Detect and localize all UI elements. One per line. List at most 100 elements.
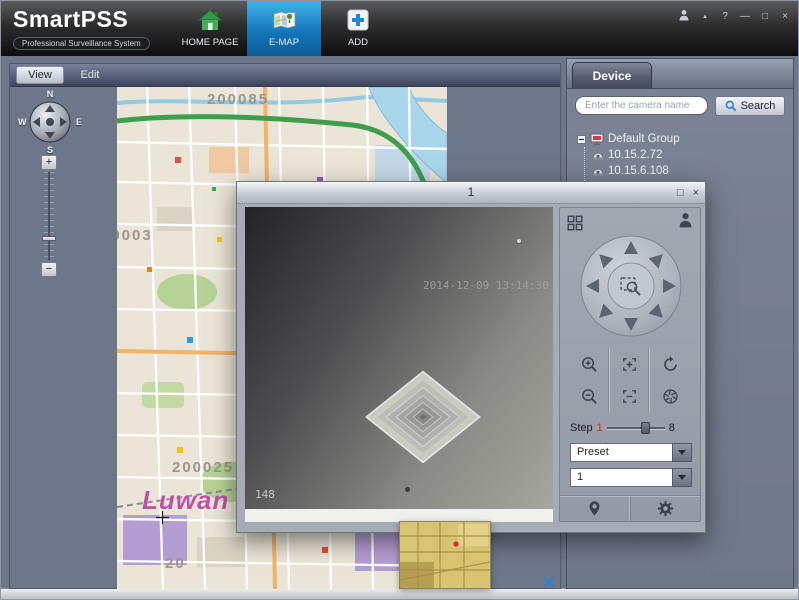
video-feed[interactable]: 2014-12-09 13:14:30 148 [245,207,553,509]
app-logo: SmartPSS Professional Surveillance Syste… [13,6,150,51]
search-button-label: Search [741,100,776,112]
close-icon[interactable]: × [780,11,790,22]
minimap-graphic [400,522,490,588]
goto-preset-button[interactable] [560,496,631,521]
map-crosshair-icon [156,511,169,524]
zoom-out-button[interactable]: − [41,262,57,277]
dome-camera-icon [592,150,604,161]
tree-group-row[interactable]: Default Group [577,131,787,147]
map-district-label: 200085 [207,91,269,108]
window-controls: ▲ ? — □ × [678,9,790,24]
video-timestamp: 2014-12-09 13:14:30 [423,279,549,292]
camera-search-row: Search [575,96,785,116]
ptz-buttons [570,348,692,412]
user-icon[interactable] [678,9,690,24]
preset-number-value[interactable]: 1 [570,468,672,487]
minimap-thumbnail[interactable] [399,521,491,589]
iris-open-button[interactable] [650,348,690,380]
zoom-out-icon [580,387,599,406]
edit-tab-button[interactable]: Edit [70,66,110,84]
nav-tab-label: E-MAP [269,37,299,48]
search-button[interactable]: Search [715,96,785,116]
ptz-direction-pad[interactable] [579,234,683,338]
close-icon[interactable]: × [693,183,699,204]
nav-tab-home-page[interactable]: HOME PAGE [173,1,247,56]
collapse-icon[interactable]: ▲ [700,14,710,20]
compass-east-label: E [76,117,82,127]
preset-dropdown: Preset [570,443,692,462]
minimap-close-icon[interactable] [542,575,556,589]
nav-tab-label: ADD [348,37,368,48]
camera-name: 10.15.6.108 [608,165,669,177]
compass-west-label: W [18,117,27,127]
zoom-in-button[interactable]: + [41,155,57,170]
ceiling-vent [363,367,483,467]
device-group-icon [590,133,604,146]
preset-dropdown-button[interactable] [672,443,692,462]
focus-in-button[interactable] [610,348,650,380]
zoom-in-icon [580,355,599,374]
nav-tab-emap[interactable]: E-MAP [247,1,321,56]
emap-toolbar: View Edit [10,64,560,87]
zoom-out-button[interactable] [570,380,610,412]
person-icon[interactable] [678,212,693,228]
location-pin-icon [587,500,602,517]
device-tab[interactable]: Device [572,62,652,89]
chevron-down-icon [678,450,686,455]
preset-dropdown-value[interactable]: Preset [570,443,672,462]
smartpss-app: SmartPSS Professional Surveillance Syste… [0,0,799,600]
preset-number-button[interactable] [672,468,692,487]
device-panel-header: Device [567,59,793,89]
tree-camera-row[interactable]: 10.15.6.108 [592,163,787,179]
app-subtitle: Professional Surveillance System [13,37,150,50]
app-name: SmartPSS [13,6,150,33]
step-max-value: 8 [669,422,675,434]
map-district-label: 20 [165,555,186,572]
collapse-expander-icon[interactable] [577,135,586,144]
step-slider-track[interactable] [607,427,665,430]
map-icon [272,9,296,34]
step-slider-handle[interactable] [641,422,650,434]
map-district-label: 200025 [172,459,234,476]
nav-tab-add[interactable]: ADD [321,1,395,56]
step-label: Step [570,422,593,434]
help-icon[interactable]: ? [720,11,730,22]
preset-number-dropdown: 1 [570,468,692,487]
search-icon [725,100,737,112]
camera-name: 10.15.2.72 [608,149,662,161]
zoom-slider-track[interactable] [41,172,57,260]
iris-close-button[interactable] [650,380,690,412]
ceiling-screw [517,239,521,243]
video-window-title: 1 [468,185,475,199]
dome-camera-icon [592,166,604,177]
compass-dial[interactable] [28,100,72,144]
ptz-panel: Step 1 8 Preset 1 [559,207,701,522]
window-layout-icon[interactable] [566,214,584,232]
iris-open-icon [661,355,680,374]
maximize-icon[interactable]: □ [760,11,770,22]
video-window-titlebar[interactable]: 1 □ × [237,182,705,204]
focus-in-icon [620,355,639,374]
ptz-settings-button[interactable] [631,496,701,521]
compass-south-label: S [47,145,53,155]
map-district-label: 00003 [117,227,153,244]
focus-out-button[interactable] [610,380,650,412]
title-bar: SmartPSS Professional Surveillance Syste… [1,1,799,56]
camera-search-input[interactable] [575,96,708,115]
live-video-window: 1 □ × 2014-12-09 13:14:30 148 [236,181,706,533]
minimize-icon[interactable]: — [740,11,750,22]
home-icon [198,9,222,34]
zoom-slider-handle[interactable] [42,236,56,241]
tree-camera-row[interactable]: 10.15.2.72 [592,147,787,163]
zoom-in-button[interactable] [570,348,610,380]
step-slider[interactable] [607,421,665,435]
area-zoom-button [608,263,654,309]
chevron-down-icon [678,475,686,480]
ptz-bottom-bar [560,495,700,521]
video-window-controls: □ × [677,182,699,204]
add-icon [346,9,370,34]
view-tab-button[interactable]: View [16,66,64,84]
map-zoom-control: + − [41,155,57,277]
video-channel-osd: 148 [255,488,275,501]
maximize-icon[interactable]: □ [677,183,684,204]
